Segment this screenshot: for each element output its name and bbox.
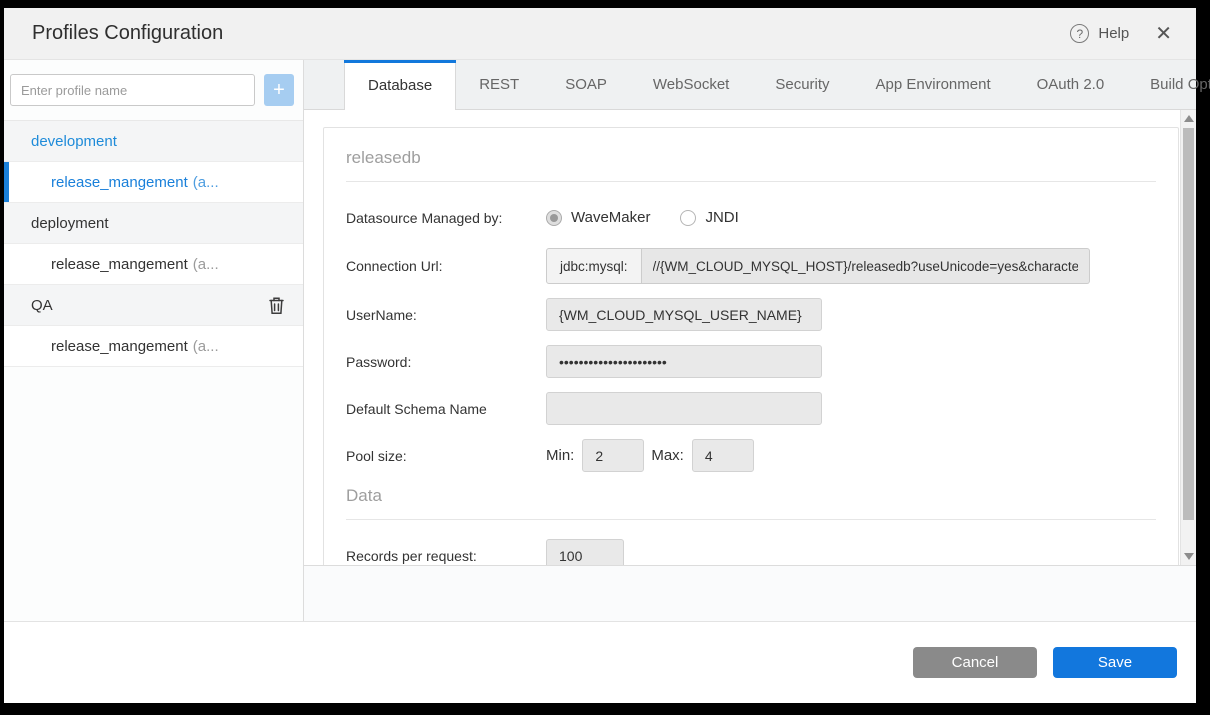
profile-label: release_mangement <box>51 174 188 191</box>
records-label: Records per request: <box>346 548 546 564</box>
pool-size-label: Pool size: <box>346 448 546 464</box>
password-label: Password: <box>346 354 546 370</box>
radio-unselected-icon <box>680 210 696 226</box>
profile-label: development <box>31 133 117 150</box>
vertical-scrollbar[interactable] <box>1180 110 1196 565</box>
section-divider <box>346 181 1156 182</box>
add-profile-button[interactable]: + <box>264 74 294 106</box>
records-input[interactable] <box>546 539 624 566</box>
dialog-header: Profiles Configuration ? Help ✕ <box>4 8 1196 60</box>
trash-icon <box>268 296 285 315</box>
password-row: Password: <box>346 345 1156 378</box>
schema-input[interactable] <box>546 392 822 425</box>
cancel-button[interactable]: Cancel <box>913 647 1037 678</box>
sidebar-item-release-mangement-deploy[interactable]: release_mangement (a... <box>4 244 303 285</box>
main-panel: Database REST SOAP WebSocket Security Ap… <box>304 60 1196 621</box>
schema-label: Default Schema Name <box>346 401 546 417</box>
jdbc-prefix: jdbc:mysql: <box>546 248 642 284</box>
radio-jndi[interactable]: JNDI <box>680 209 738 226</box>
tab-websocket[interactable]: WebSocket <box>630 60 752 109</box>
radio-jndi-label: JNDI <box>705 209 738 226</box>
connection-url-label: Connection Url: <box>346 258 546 274</box>
password-input[interactable] <box>546 345 822 378</box>
dialog-footer: Cancel Save <box>4 621 1196 703</box>
help-icon: ? <box>1070 24 1089 43</box>
profile-create-row: + <box>4 60 303 120</box>
sidebar-item-development[interactable]: development <box>4 121 303 162</box>
tab-build-options[interactable]: Build Options <box>1127 60 1210 109</box>
scroll-down-icon[interactable] <box>1184 553 1194 560</box>
data-section-heading: Data <box>346 486 1156 506</box>
help-button[interactable]: ? Help <box>1070 24 1129 43</box>
schema-row: Default Schema Name <box>346 392 1156 425</box>
tab-oauth[interactable]: OAuth 2.0 <box>1014 60 1128 109</box>
pool-max-input[interactable] <box>692 439 754 472</box>
profile-list: development release_mangement (a... depl… <box>4 120 303 367</box>
datasource-row: Datasource Managed by: WaveMaker JNDI <box>346 201 1156 234</box>
records-row: Records per request: <box>346 539 1156 566</box>
releasedb-form-panel: releasedb Datasource Managed by: WaveMak… <box>323 127 1179 566</box>
tab-database[interactable]: Database <box>344 60 456 110</box>
connection-url-row: Connection Url: jdbc:mysql: <box>346 248 1156 284</box>
profile-name-input[interactable] <box>10 74 255 106</box>
profile-label: release_mangement <box>51 338 188 355</box>
profile-suffix: (a... <box>193 338 219 355</box>
content-spacer <box>304 566 1196 621</box>
tab-app-environment[interactable]: App Environment <box>853 60 1014 109</box>
sidebar-item-release-mangement-qa[interactable]: release_mangement (a... <box>4 326 303 367</box>
radio-wavemaker-label: WaveMaker <box>571 209 650 226</box>
plus-icon: + <box>273 80 285 100</box>
radio-selected-icon <box>546 210 562 226</box>
database-tab-content: releasedb Datasource Managed by: WaveMak… <box>304 110 1196 566</box>
tab-rest[interactable]: REST <box>456 60 542 109</box>
header-actions: ? Help ✕ <box>1070 24 1172 44</box>
profile-suffix: (a... <box>193 256 219 273</box>
tab-soap[interactable]: SOAP <box>542 60 630 109</box>
section-divider <box>346 519 1156 520</box>
database-section-heading: releasedb <box>346 148 1156 168</box>
sidebar-item-release-mangement-dev[interactable]: release_mangement (a... <box>4 162 303 203</box>
pool-max-label: Max: <box>651 447 684 464</box>
username-input[interactable] <box>546 298 822 331</box>
scroll-up-icon[interactable] <box>1184 115 1194 122</box>
datasource-label: Datasource Managed by: <box>346 210 546 226</box>
username-row: UserName: <box>346 298 1156 331</box>
dialog-body: + development release_mangement (a... de… <box>4 60 1196 621</box>
profile-label: deployment <box>31 215 109 232</box>
help-label: Help <box>1098 25 1129 42</box>
scrollbar-thumb[interactable] <box>1183 128 1194 520</box>
tab-security[interactable]: Security <box>752 60 852 109</box>
pool-size-row: Pool size: Min: Max: <box>346 439 1156 472</box>
connection-url-input[interactable] <box>642 248 1090 284</box>
profiles-configuration-dialog: Profiles Configuration ? Help ✕ + develo… <box>4 8 1196 703</box>
username-label: UserName: <box>346 307 546 323</box>
pool-min-label: Min: <box>546 447 574 464</box>
profile-label: release_mangement <box>51 256 188 273</box>
close-icon[interactable]: ✕ <box>1155 24 1172 44</box>
radio-wavemaker[interactable]: WaveMaker <box>546 209 650 226</box>
sidebar-item-deployment[interactable]: deployment <box>4 203 303 244</box>
save-button[interactable]: Save <box>1053 647 1177 678</box>
profiles-sidebar: + development release_mangement (a... de… <box>4 60 304 621</box>
page-title: Profiles Configuration <box>32 22 223 45</box>
pool-min-input[interactable] <box>582 439 644 472</box>
delete-profile-button[interactable] <box>268 296 285 315</box>
profile-label: QA <box>31 297 53 314</box>
profile-suffix: (a... <box>193 174 219 191</box>
tab-bar: Database REST SOAP WebSocket Security Ap… <box>304 60 1196 110</box>
sidebar-item-qa[interactable]: QA <box>4 285 303 326</box>
